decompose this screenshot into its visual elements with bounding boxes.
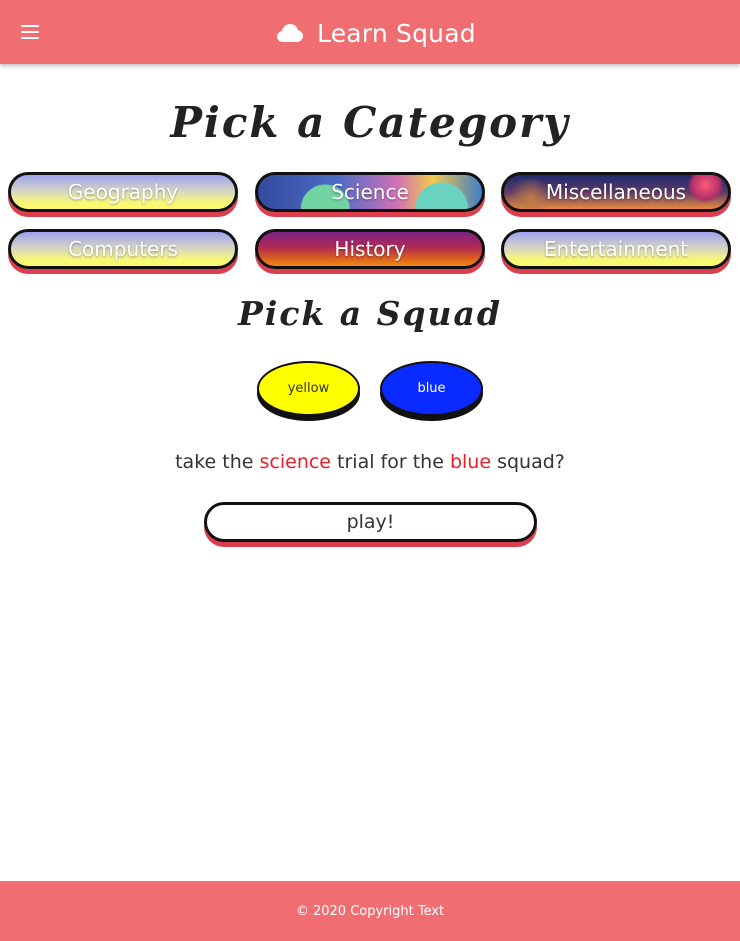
play-button[interactable]: play! [204,502,537,542]
squad-button-yellow[interactable]: yellow [257,361,360,416]
brand-link[interactable]: Learn Squad [277,14,476,52]
selected-category-text: science [259,451,332,473]
page-footer: © 2020 Copyright Text [0,881,740,941]
category-button-history[interactable]: History [255,229,485,269]
app-title: Learn Squad [317,18,476,48]
pick-category-heading: Pick a Category [170,98,570,147]
confirm-text-part1: take the [175,451,254,473]
top-navbar: Learn Squad [0,0,740,64]
confirm-text-part2: trial for the [337,451,444,473]
category-button-geography[interactable]: Geography [8,172,238,212]
hamburger-menu-icon[interactable] [21,25,39,39]
category-button-science[interactable]: Science [255,172,485,212]
trial-confirmation-text: take the science trial for the blue squa… [0,451,740,473]
pick-squad-heading: Pick a Squad [237,294,503,333]
squad-button-blue[interactable]: blue [380,361,483,416]
confirm-text-part3: squad? [497,451,565,473]
category-button-entertainment[interactable]: Entertainment [501,229,731,269]
category-button-computers[interactable]: Computers [8,229,238,269]
category-button-miscellaneous[interactable]: Miscellaneous [501,172,731,212]
selected-squad-text: blue [449,451,492,473]
cloud-icon [277,24,303,42]
copyright-text: © 2020 Copyright Text [295,903,445,919]
